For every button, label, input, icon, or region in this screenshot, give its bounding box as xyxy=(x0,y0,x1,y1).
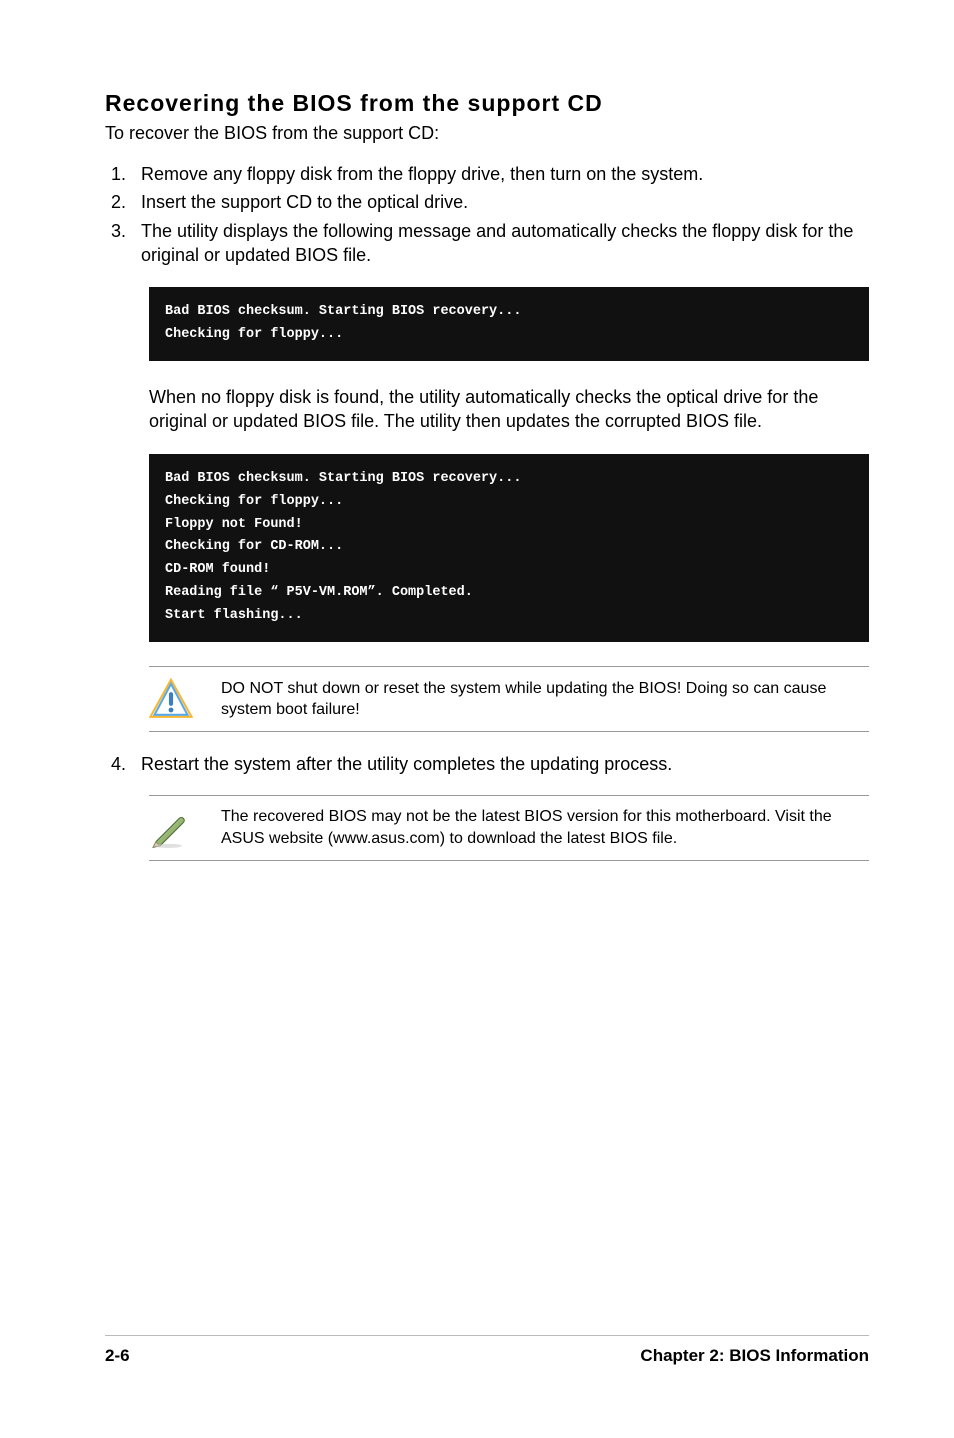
page-footer: 2-6 Chapter 2: BIOS Information xyxy=(105,1335,869,1366)
terminal-line: Start flashing... xyxy=(165,605,853,628)
paragraph: When no floppy disk is found, the utilit… xyxy=(149,385,869,434)
intro-text: To recover the BIOS from the support CD: xyxy=(105,123,869,144)
steps-list-continued: Restart the system after the utility com… xyxy=(105,752,869,776)
warning-icon xyxy=(149,677,221,721)
note-text: The recovered BIOS may not be the latest… xyxy=(221,806,869,849)
terminal-line: Reading file “ P5V-VM.ROM”. Completed. xyxy=(165,582,853,605)
chapter-title: Chapter 2: BIOS Information xyxy=(640,1346,869,1366)
steps-list: Remove any floppy disk from the floppy d… xyxy=(105,162,869,267)
list-item: The utility displays the following messa… xyxy=(131,219,869,268)
warning-text: DO NOT shut down or reset the system whi… xyxy=(221,678,869,721)
terminal-output: Bad BIOS checksum. Starting BIOS recover… xyxy=(149,287,869,361)
terminal-line: CD-ROM found! xyxy=(165,559,853,582)
terminal-output: Bad BIOS checksum. Starting BIOS recover… xyxy=(149,454,869,643)
terminal-line: Checking for floppy... xyxy=(165,491,853,514)
page-container: Recovering the BIOS from the support CD … xyxy=(0,0,954,1438)
note-icon xyxy=(149,806,221,850)
list-item: Remove any floppy disk from the floppy d… xyxy=(131,162,869,186)
terminal-line: Bad BIOS checksum. Starting BIOS recover… xyxy=(165,468,853,491)
page-number: 2-6 xyxy=(105,1346,130,1366)
warning-callout: DO NOT shut down or reset the system whi… xyxy=(149,666,869,732)
list-item: Restart the system after the utility com… xyxy=(131,752,869,776)
terminal-line: Checking for floppy... xyxy=(165,324,853,347)
note-callout: The recovered BIOS may not be the latest… xyxy=(149,795,869,861)
terminal-line: Floppy not Found! xyxy=(165,514,853,537)
terminal-line: Bad BIOS checksum. Starting BIOS recover… xyxy=(165,301,853,324)
list-item: Insert the support CD to the optical dri… xyxy=(131,190,869,214)
section-heading: Recovering the BIOS from the support CD xyxy=(105,90,869,117)
terminal-line: Checking for CD-ROM... xyxy=(165,536,853,559)
